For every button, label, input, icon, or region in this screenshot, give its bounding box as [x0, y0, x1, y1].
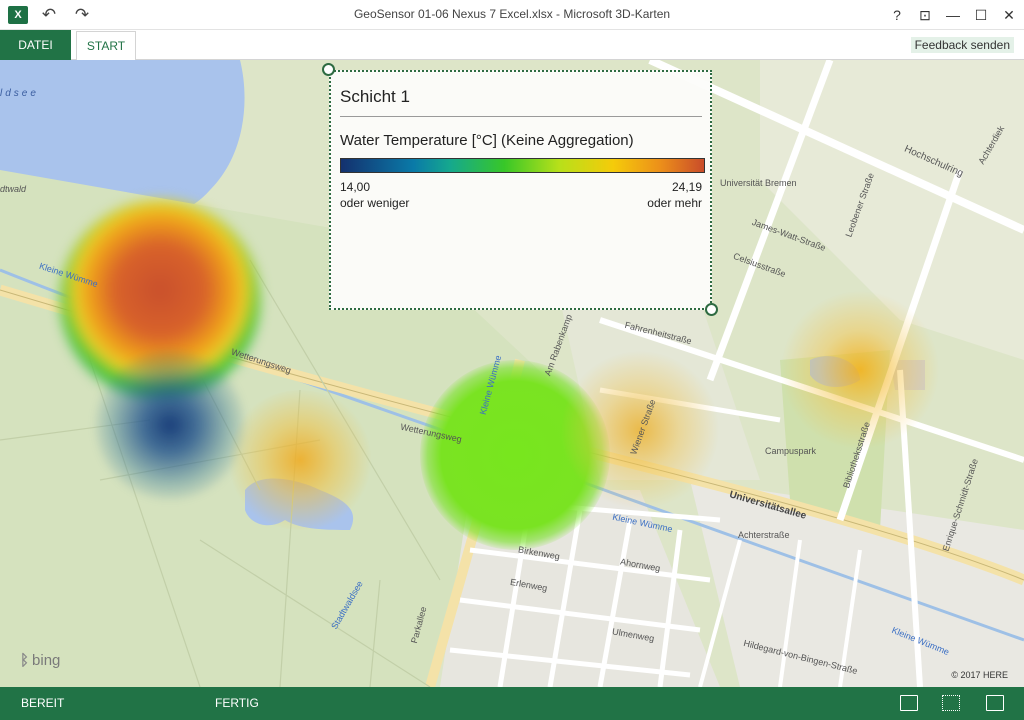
- map-label: Universität Bremen: [720, 178, 797, 188]
- status-bar: BEREIT FERTIG: [0, 687, 1024, 720]
- ribbon-display-options-button[interactable]: ⊡: [911, 4, 939, 26]
- fullscreen-icon[interactable]: [986, 695, 1004, 711]
- close-button[interactable]: ✕: [995, 4, 1023, 26]
- maximize-button[interactable]: ☐: [967, 4, 995, 26]
- tab-start[interactable]: START: [76, 31, 136, 61]
- legend-max-caption: oder mehr: [647, 196, 702, 210]
- legend-resize-handle-top-left[interactable]: [322, 63, 335, 76]
- map-view-icon[interactable]: [900, 695, 918, 711]
- legend-divider: [340, 116, 702, 117]
- legend-max: 24,19 oder mehr: [647, 179, 702, 211]
- legend-max-value: 24,19: [671, 180, 702, 194]
- layer-legend-panel[interactable]: Schicht 1 Water Temperature [°C] (Keine …: [329, 70, 712, 310]
- legend-color-scale: [340, 158, 705, 173]
- map-label: Campuspark: [765, 446, 817, 456]
- legend-min: 14,00 oder weniger: [340, 179, 409, 211]
- feedback-button[interactable]: Feedback senden: [910, 37, 1014, 53]
- legend-min-value: 14,00: [340, 180, 371, 194]
- title-bar: X ↶ ↷ GeoSensor 01-06 Nexus 7 Excel.xlsx…: [0, 0, 1024, 30]
- map-label: dtwald: [0, 184, 27, 194]
- legend-min-caption: oder weniger: [340, 196, 410, 210]
- heat-blob-orange-west: [225, 390, 375, 530]
- tab-datei[interactable]: DATEI: [0, 30, 71, 60]
- ribbon: DATEI START Feedback senden: [0, 30, 1024, 61]
- map-label: Achterstraße: [738, 530, 790, 540]
- legend-field-label: Water Temperature [°C] (Keine Aggregatio…: [340, 132, 634, 149]
- fit-view-icon[interactable]: [942, 695, 960, 711]
- help-button[interactable]: ?: [883, 4, 911, 26]
- heat-blob-blue: [95, 350, 245, 500]
- window-title: GeoSensor 01-06 Nexus 7 Excel.xlsx - Mic…: [353, 7, 671, 21]
- legend-layer-title: Schicht 1: [340, 87, 410, 106]
- map-view[interactable]: ldsee dtwald Kleine Wümme Hochschulring …: [0, 60, 1024, 687]
- bing-logo: ᛒ bing: [20, 652, 60, 669]
- status-done: FERTIG: [215, 696, 259, 710]
- map-copyright: © 2017 HERE: [951, 670, 1008, 680]
- minimize-button[interactable]: —: [939, 4, 967, 26]
- status-ready: BEREIT: [21, 696, 65, 710]
- legend-resize-handle-bottom-right[interactable]: [705, 303, 718, 316]
- bing-logo-text: bing: [32, 652, 61, 669]
- bing-logo-icon: ᛒ: [20, 652, 30, 669]
- map-label: ldsee: [0, 88, 39, 99]
